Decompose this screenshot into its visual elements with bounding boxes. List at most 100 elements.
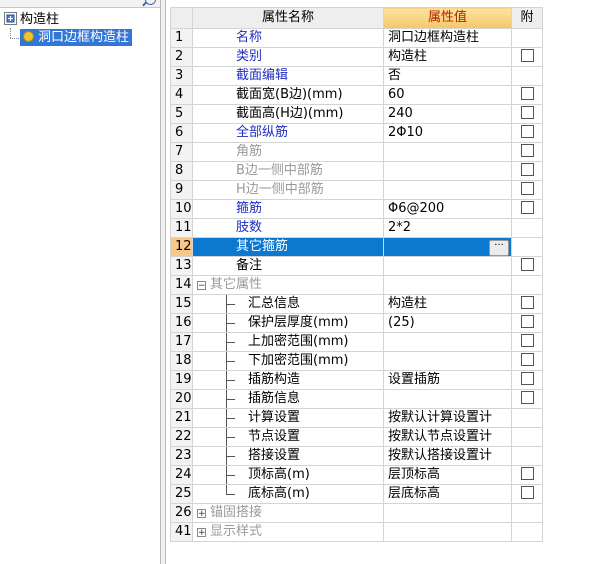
table-row[interactable]: 4 截面宽(B边)(mm) 60 bbox=[170, 85, 543, 105]
table-row[interactable]: 17 上加密范围(mm) bbox=[170, 332, 543, 352]
table-row-group[interactable]: 41 + 显示样式 bbox=[170, 522, 543, 542]
attach-checkbox[interactable] bbox=[520, 106, 534, 119]
property-group-name[interactable]: + 锚固搭接 bbox=[192, 503, 384, 523]
property-name[interactable]: 顶标高(m) bbox=[192, 465, 384, 485]
header-attach[interactable]: 附 bbox=[511, 7, 543, 29]
property-name[interactable]: 备注 bbox=[192, 256, 384, 276]
table-row[interactable]: 16 保护层厚度(mm) (25) bbox=[170, 313, 543, 333]
pane-splitter[interactable] bbox=[160, 0, 166, 564]
property-name[interactable]: 其它箍筋 bbox=[192, 237, 384, 257]
property-value[interactable]: 层顶标高 bbox=[383, 465, 512, 485]
tree-node-root[interactable]: 构造柱 bbox=[4, 12, 59, 28]
table-row-group[interactable]: 26 + 锚固搭接 bbox=[170, 503, 543, 523]
property-name[interactable]: 搭接设置 bbox=[192, 446, 384, 466]
table-row[interactable]: 2 类别 构造柱 bbox=[170, 47, 543, 67]
property-name[interactable]: 全部纵筋 bbox=[192, 123, 384, 143]
property-value[interactable]: 按默认计算设置计 bbox=[383, 408, 512, 428]
attach-cell[interactable] bbox=[511, 104, 543, 124]
property-value[interactable]: (25) bbox=[383, 313, 512, 333]
ellipsis-button[interactable]: ··· bbox=[489, 239, 509, 256]
property-name[interactable]: 肢数 bbox=[192, 218, 384, 238]
header-property-name[interactable]: 属性名称 bbox=[192, 7, 384, 29]
attach-cell[interactable] bbox=[511, 199, 543, 219]
property-value[interactable]: 设置插筋 bbox=[383, 370, 512, 390]
tree-search-bar[interactable] bbox=[0, 0, 160, 8]
property-value[interactable]: 2Φ10 bbox=[383, 123, 512, 143]
attach-checkbox[interactable] bbox=[520, 486, 534, 499]
property-name[interactable]: 节点设置 bbox=[192, 427, 384, 447]
attach-cell[interactable] bbox=[511, 389, 543, 409]
property-name[interactable]: 角筋 bbox=[192, 142, 384, 162]
attach-cell[interactable] bbox=[511, 180, 543, 200]
property-name[interactable]: 截面编辑 bbox=[192, 66, 384, 86]
table-row[interactable]: 5 截面高(H边)(mm) 240 bbox=[170, 104, 543, 124]
property-value[interactable]: ··· bbox=[383, 237, 512, 257]
table-row[interactable]: 19 插筋构造 设置插筋 bbox=[170, 370, 543, 390]
table-row-selected[interactable]: 12 其它箍筋 ··· bbox=[170, 237, 543, 257]
property-value[interactable]: 构造柱 bbox=[383, 294, 512, 314]
property-name[interactable]: 类别 bbox=[192, 47, 384, 67]
table-row[interactable]: 21 计算设置 按默认计算设置计 bbox=[170, 408, 543, 428]
attach-cell[interactable] bbox=[511, 294, 543, 314]
property-value[interactable]: 按默认搭接设置计 bbox=[383, 446, 512, 466]
attach-checkbox[interactable] bbox=[520, 391, 534, 404]
table-row[interactable]: 22 节点设置 按默认节点设置计 bbox=[170, 427, 543, 447]
property-value[interactable]: 按默认节点设置计 bbox=[383, 427, 512, 447]
attach-checkbox[interactable] bbox=[520, 201, 534, 214]
attach-cell[interactable] bbox=[511, 256, 543, 276]
property-value[interactable]: 层底标高 bbox=[383, 484, 512, 504]
property-value[interactable]: Φ6@200 bbox=[383, 199, 512, 219]
property-value[interactable]: 60 bbox=[383, 85, 512, 105]
attach-checkbox[interactable] bbox=[520, 144, 534, 157]
table-row[interactable]: 15 汇总信息 构造柱 bbox=[170, 294, 543, 314]
property-name[interactable]: 上加密范围(mm) bbox=[192, 332, 384, 352]
attach-cell[interactable] bbox=[511, 313, 543, 333]
attach-checkbox[interactable] bbox=[520, 334, 534, 347]
table-row[interactable]: 10 箍筋 Φ6@200 bbox=[170, 199, 543, 219]
attach-checkbox[interactable] bbox=[520, 315, 534, 328]
property-name[interactable]: 箍筋 bbox=[192, 199, 384, 219]
property-name[interactable]: B边一侧中部筋 bbox=[192, 161, 384, 181]
attach-cell[interactable] bbox=[511, 465, 543, 485]
attach-cell[interactable] bbox=[511, 332, 543, 352]
property-name[interactable]: 插筋构造 bbox=[192, 370, 384, 390]
collapse-toggle-icon[interactable]: − bbox=[197, 281, 206, 291]
table-row[interactable]: 7 角筋 bbox=[170, 142, 543, 162]
attach-cell[interactable] bbox=[511, 85, 543, 105]
property-name[interactable]: 下加密范围(mm) bbox=[192, 351, 384, 371]
property-value[interactable]: 2*2 bbox=[383, 218, 512, 238]
property-name[interactable]: 保护层厚度(mm) bbox=[192, 313, 384, 333]
table-row[interactable]: 13 备注 bbox=[170, 256, 543, 276]
attach-checkbox[interactable] bbox=[520, 49, 534, 62]
table-row[interactable]: 11 肢数 2*2 bbox=[170, 218, 543, 238]
property-value[interactable] bbox=[383, 256, 512, 276]
attach-checkbox[interactable] bbox=[520, 467, 534, 480]
property-value[interactable] bbox=[383, 142, 512, 162]
attach-checkbox[interactable] bbox=[520, 182, 534, 195]
property-name[interactable]: 底标高(m) bbox=[192, 484, 384, 504]
attach-cell[interactable] bbox=[511, 161, 543, 181]
property-name[interactable]: 插筋信息 bbox=[192, 389, 384, 409]
attach-cell[interactable] bbox=[511, 370, 543, 390]
attach-cell[interactable] bbox=[511, 484, 543, 504]
tree-node-selected[interactable]: 洞口边框构造柱 bbox=[20, 29, 133, 46]
property-value[interactable] bbox=[383, 351, 512, 371]
attach-checkbox[interactable] bbox=[520, 87, 534, 100]
attach-checkbox[interactable] bbox=[520, 258, 534, 271]
attach-checkbox[interactable] bbox=[520, 372, 534, 385]
attach-cell[interactable] bbox=[511, 142, 543, 162]
table-row[interactable]: 24 顶标高(m) 层顶标高 bbox=[170, 465, 543, 485]
table-row[interactable]: 23 搭接设置 按默认搭接设置计 bbox=[170, 446, 543, 466]
property-name[interactable]: 名称 bbox=[192, 28, 384, 48]
property-name[interactable]: 汇总信息 bbox=[192, 294, 384, 314]
property-name[interactable]: 截面宽(B边)(mm) bbox=[192, 85, 384, 105]
attach-checkbox[interactable] bbox=[520, 296, 534, 309]
property-value[interactable]: 否 bbox=[383, 66, 512, 86]
property-value[interactable]: 构造柱 bbox=[383, 47, 512, 67]
property-name[interactable]: 截面高(H边)(mm) bbox=[192, 104, 384, 124]
property-name[interactable]: H边一侧中部筋 bbox=[192, 180, 384, 200]
attach-checkbox[interactable] bbox=[520, 163, 534, 176]
attach-checkbox[interactable] bbox=[520, 353, 534, 366]
expand-toggle-icon[interactable]: + bbox=[197, 509, 206, 519]
property-name[interactable]: 计算设置 bbox=[192, 408, 384, 428]
